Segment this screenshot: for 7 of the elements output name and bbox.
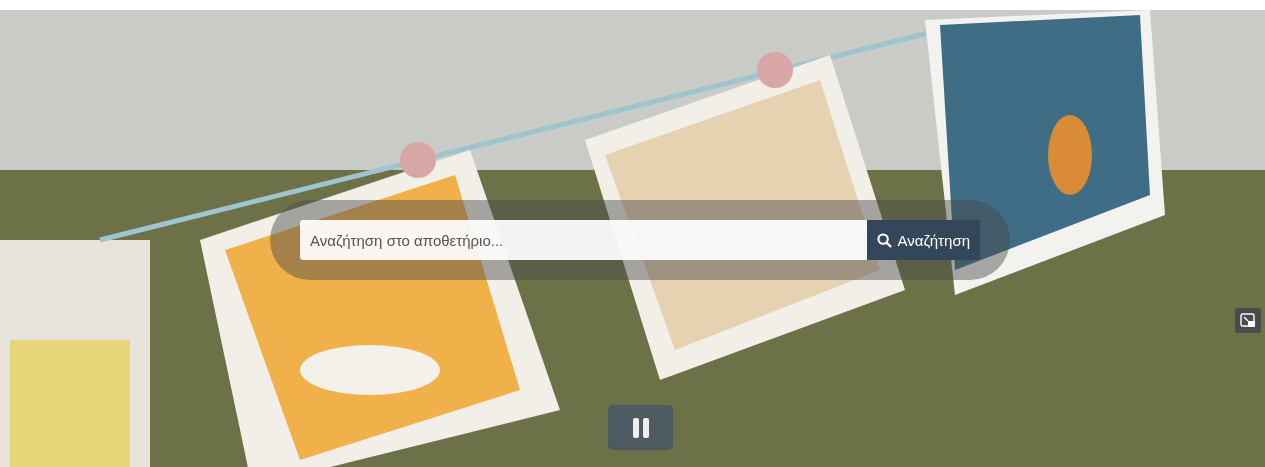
picture-in-picture-icon	[1240, 313, 1256, 328]
search-icon	[876, 232, 892, 248]
picture-in-picture-button[interactable]	[1235, 308, 1261, 333]
search-button[interactable]: Αναζήτηση	[866, 220, 980, 260]
pause-icon	[630, 416, 651, 439]
pause-button[interactable]	[608, 405, 673, 450]
search-field[interactable]: Αναζήτηση στο αποθετήριο...	[300, 220, 867, 260]
